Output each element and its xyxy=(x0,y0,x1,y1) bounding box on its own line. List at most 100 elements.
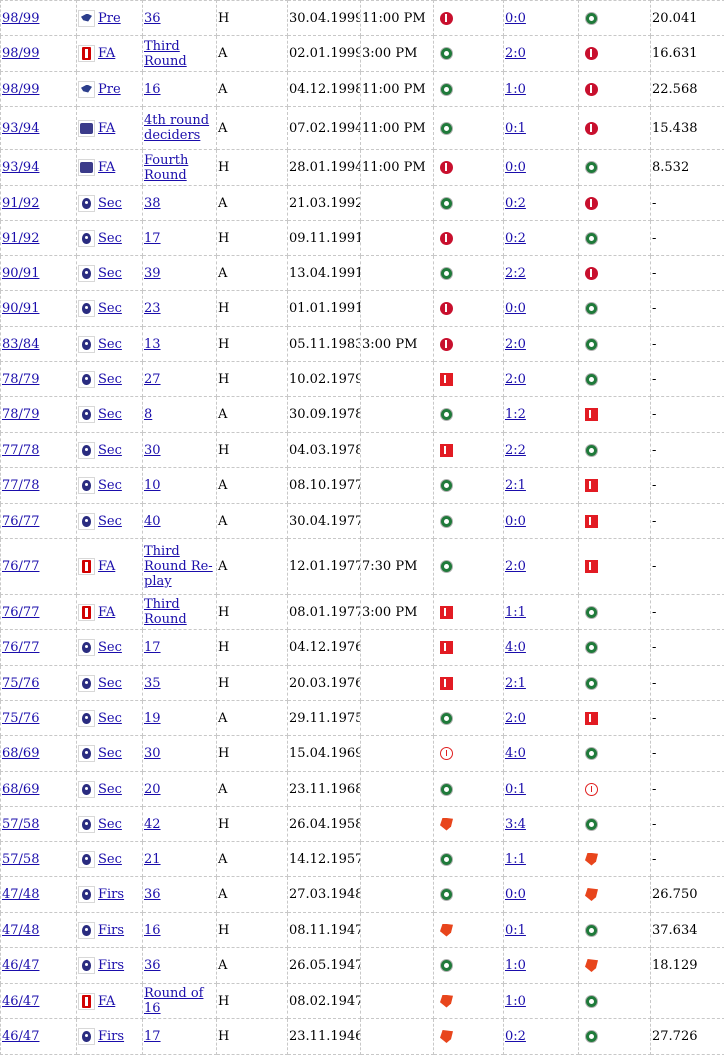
season-link[interactable]: 93/94 xyxy=(2,160,39,175)
competition-link[interactable]: Sec xyxy=(98,337,122,352)
blackburn-crest-icon[interactable] xyxy=(440,408,453,421)
round-link[interactable]: 36 xyxy=(144,11,161,26)
season-link[interactable]: 78/79 xyxy=(2,372,39,387)
competition-link[interactable]: FA xyxy=(98,994,115,1009)
round-link[interactable]: 27 xyxy=(144,372,161,387)
charlton-crest-icon[interactable] xyxy=(440,302,453,315)
charlton-old-crest-icon[interactable] xyxy=(585,782,598,796)
competition-link[interactable]: Firs xyxy=(98,958,124,973)
blackburn-crest-icon[interactable] xyxy=(440,196,453,210)
competition-link[interactable]: Sec xyxy=(98,640,122,655)
competition-link[interactable]: Sec xyxy=(98,817,122,832)
round-link[interactable]: Round of 16 xyxy=(144,986,203,1016)
competition-link[interactable]: Pre xyxy=(98,82,121,97)
round-link[interactable]: 23 xyxy=(144,301,161,316)
robin-crest-icon[interactable] xyxy=(585,888,598,901)
blackburn-crest-icon[interactable] xyxy=(440,266,453,280)
season-link[interactable]: 57/58 xyxy=(2,817,39,832)
blackburn-crest-icon[interactable] xyxy=(440,852,453,866)
blackburn-crest-icon[interactable] xyxy=(440,82,453,96)
season-link[interactable]: 68/69 xyxy=(2,782,39,797)
score-link[interactable]: 1:1 xyxy=(505,605,526,620)
season-link[interactable]: 83/84 xyxy=(2,337,39,352)
season-link[interactable]: 91/92 xyxy=(2,231,39,246)
round-link[interactable]: 16 xyxy=(144,923,161,938)
charlton-red-crest-icon[interactable] xyxy=(440,605,453,619)
competition-link[interactable]: Sec xyxy=(98,407,122,422)
season-link[interactable]: 93/94 xyxy=(2,121,39,136)
score-link[interactable]: 2:2 xyxy=(505,443,526,458)
score-link[interactable]: 2:1 xyxy=(505,478,526,493)
charlton-crest-icon[interactable] xyxy=(585,47,598,60)
charlton-red-crest-icon[interactable] xyxy=(585,514,598,528)
competition-link[interactable]: Sec xyxy=(98,443,122,458)
round-link[interactable]: 35 xyxy=(144,676,161,691)
competition-link[interactable]: Sec xyxy=(98,676,122,691)
season-link[interactable]: 98/99 xyxy=(2,82,39,97)
season-link[interactable]: 90/91 xyxy=(2,266,39,281)
competition-link[interactable]: Sec xyxy=(98,372,122,387)
score-link[interactable]: 2:0 xyxy=(505,372,526,387)
round-link[interactable]: Third Round Re-play xyxy=(144,544,213,589)
round-link[interactable]: 19 xyxy=(144,711,161,726)
score-link[interactable]: 0:2 xyxy=(505,1029,526,1044)
charlton-old-crest-icon[interactable] xyxy=(440,747,453,760)
score-link[interactable]: 1:0 xyxy=(505,958,526,973)
blackburn-crest-icon[interactable] xyxy=(440,959,453,972)
season-link[interactable]: 75/76 xyxy=(2,676,39,691)
competition-link[interactable]: Sec xyxy=(98,478,122,493)
charlton-crest-icon[interactable] xyxy=(440,231,453,245)
score-link[interactable]: 2:0 xyxy=(505,46,526,61)
score-link[interactable]: 1:2 xyxy=(505,407,526,422)
season-link[interactable]: 75/76 xyxy=(2,711,39,726)
blackburn-crest-icon[interactable] xyxy=(585,676,598,690)
blackburn-crest-icon[interactable] xyxy=(585,372,598,386)
charlton-red-crest-icon[interactable] xyxy=(585,560,598,573)
robin-crest-icon[interactable] xyxy=(585,852,598,866)
round-link[interactable]: 40 xyxy=(144,514,161,529)
round-link[interactable]: 30 xyxy=(144,443,161,458)
blackburn-crest-icon[interactable] xyxy=(585,747,598,760)
score-link[interactable]: 4:0 xyxy=(505,640,526,655)
robin-crest-icon[interactable] xyxy=(440,923,453,937)
blackburn-crest-icon[interactable] xyxy=(585,994,598,1008)
round-link[interactable]: 36 xyxy=(144,887,161,902)
charlton-crest-icon[interactable] xyxy=(440,161,453,174)
charlton-red-crest-icon[interactable] xyxy=(585,479,598,492)
blackburn-crest-icon[interactable] xyxy=(585,1030,598,1043)
season-link[interactable]: 91/92 xyxy=(2,196,39,211)
score-link[interactable]: 4:0 xyxy=(505,746,526,761)
score-link[interactable]: 1:1 xyxy=(505,852,526,867)
season-link[interactable]: 46/47 xyxy=(2,994,39,1009)
blackburn-crest-icon[interactable] xyxy=(440,888,453,901)
robin-crest-icon[interactable] xyxy=(440,1030,453,1043)
charlton-crest-icon[interactable] xyxy=(585,82,598,96)
round-link[interactable]: 30 xyxy=(144,746,161,761)
charlton-red-crest-icon[interactable] xyxy=(585,711,598,725)
round-link[interactable]: Third Round xyxy=(144,39,187,69)
season-link[interactable]: 78/79 xyxy=(2,407,39,422)
score-link[interactable]: 0:0 xyxy=(505,160,526,175)
score-link[interactable]: 1:0 xyxy=(505,994,526,1009)
charlton-red-crest-icon[interactable] xyxy=(440,443,453,457)
season-link[interactable]: 76/77 xyxy=(2,640,39,655)
competition-link[interactable]: Sec xyxy=(98,746,122,761)
robin-crest-icon[interactable] xyxy=(440,817,453,831)
charlton-red-crest-icon[interactable] xyxy=(440,372,453,386)
round-link[interactable]: Fourth Round xyxy=(144,153,188,183)
competition-link[interactable]: Firs xyxy=(98,923,124,938)
competition-link[interactable]: FA xyxy=(98,559,115,574)
competition-link[interactable]: Sec xyxy=(98,196,122,211)
blackburn-crest-icon[interactable] xyxy=(440,560,453,573)
round-link[interactable]: 42 xyxy=(144,817,161,832)
score-link[interactable]: 2:2 xyxy=(505,266,526,281)
season-link[interactable]: 98/99 xyxy=(2,46,39,61)
score-link[interactable]: 0:1 xyxy=(505,782,526,797)
round-link[interactable]: 36 xyxy=(144,958,161,973)
blackburn-crest-icon[interactable] xyxy=(585,337,598,351)
season-link[interactable]: 77/78 xyxy=(2,478,39,493)
competition-link[interactable]: Sec xyxy=(98,711,122,726)
score-link[interactable]: 2:0 xyxy=(505,559,526,574)
season-link[interactable]: 76/77 xyxy=(2,514,39,529)
blackburn-crest-icon[interactable] xyxy=(440,47,453,60)
